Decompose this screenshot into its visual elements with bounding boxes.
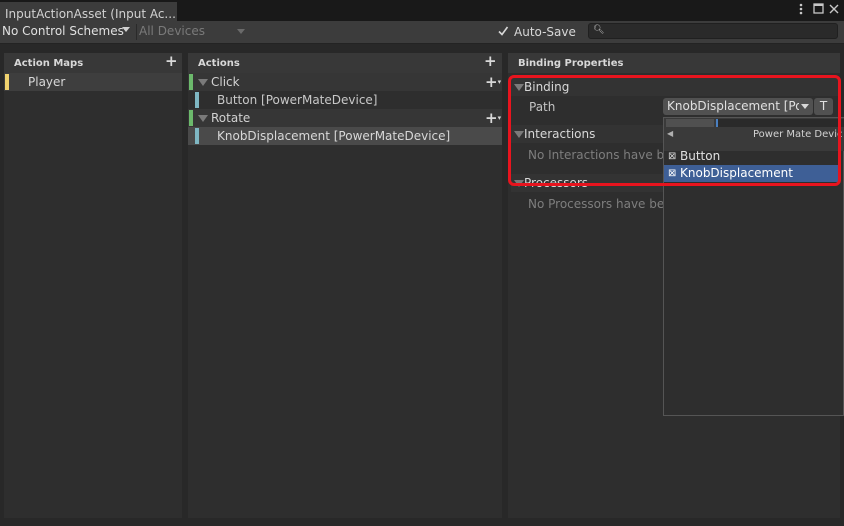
- action-color-stripe: [189, 110, 193, 126]
- add-action-icon[interactable]: +: [484, 54, 497, 69]
- window-tab-title: InputActionAsset (Input Ac...: [5, 7, 176, 21]
- search-input[interactable]: 🔍︎: [588, 23, 838, 39]
- action-label: Rotate: [211, 111, 251, 125]
- expand-triangle-icon[interactable]: [198, 115, 208, 122]
- action-map-label: Player: [28, 75, 66, 89]
- chevron-down-icon: [237, 29, 245, 34]
- search-icon: 🔍︎: [593, 25, 605, 35]
- binding-color-stripe: [195, 128, 199, 144]
- action-maps-list: Player: [4, 73, 182, 518]
- devices-dropdown[interactable]: All Devices: [136, 24, 245, 40]
- expand-triangle-icon[interactable]: [198, 79, 208, 86]
- binding-color-stripe: [195, 92, 199, 108]
- checkmark-icon: [498, 26, 509, 36]
- control-schemes-dropdown[interactable]: No Control Schemes: [2, 24, 133, 40]
- close-icon[interactable]: [828, 3, 840, 17]
- action-maps-header: Action Maps: [14, 58, 84, 69]
- kebab-menu-icon[interactable]: [795, 3, 807, 17]
- binding-label: KnobDisplacement [PowerMateDevice]: [217, 129, 451, 143]
- action-map-item-player[interactable]: Player: [4, 73, 182, 91]
- control-schemes-label: No Control Schemes: [2, 24, 124, 38]
- binding-label: Button [PowerMateDevice]: [217, 93, 378, 107]
- chevron-down-icon: [122, 27, 130, 32]
- action-item-click[interactable]: Click +▾: [188, 73, 502, 91]
- actions-list: Click +▾ Button [PowerMateDevice] Rotate…: [188, 73, 502, 518]
- devices-label: All Devices: [139, 24, 205, 38]
- highlight-rectangle: [508, 75, 841, 186]
- binding-item-knob-displacement[interactable]: KnobDisplacement [PowerMateDevice]: [188, 127, 502, 145]
- add-binding-icon[interactable]: +▾: [485, 75, 501, 90]
- action-color-stripe: [189, 74, 193, 90]
- auto-save-checkbox[interactable]: [497, 25, 509, 37]
- action-map-color-stripe: [5, 74, 9, 90]
- window-tab[interactable]: InputActionAsset (Input Ac...: [0, 2, 177, 21]
- binding-properties-header: Binding Properties: [518, 58, 624, 69]
- auto-save-label: Auto-Save: [514, 25, 576, 39]
- action-item-rotate[interactable]: Rotate +▾: [188, 109, 502, 127]
- processors-empty-text: No Processors have bee: [528, 197, 672, 211]
- add-action-map-icon[interactable]: +: [165, 54, 178, 69]
- add-binding-icon[interactable]: +▾: [485, 111, 501, 126]
- actions-header: Actions: [198, 58, 240, 69]
- action-label: Click: [211, 75, 240, 89]
- maximize-icon[interactable]: [812, 3, 824, 17]
- binding-item-button[interactable]: Button [PowerMateDevice]: [188, 91, 502, 109]
